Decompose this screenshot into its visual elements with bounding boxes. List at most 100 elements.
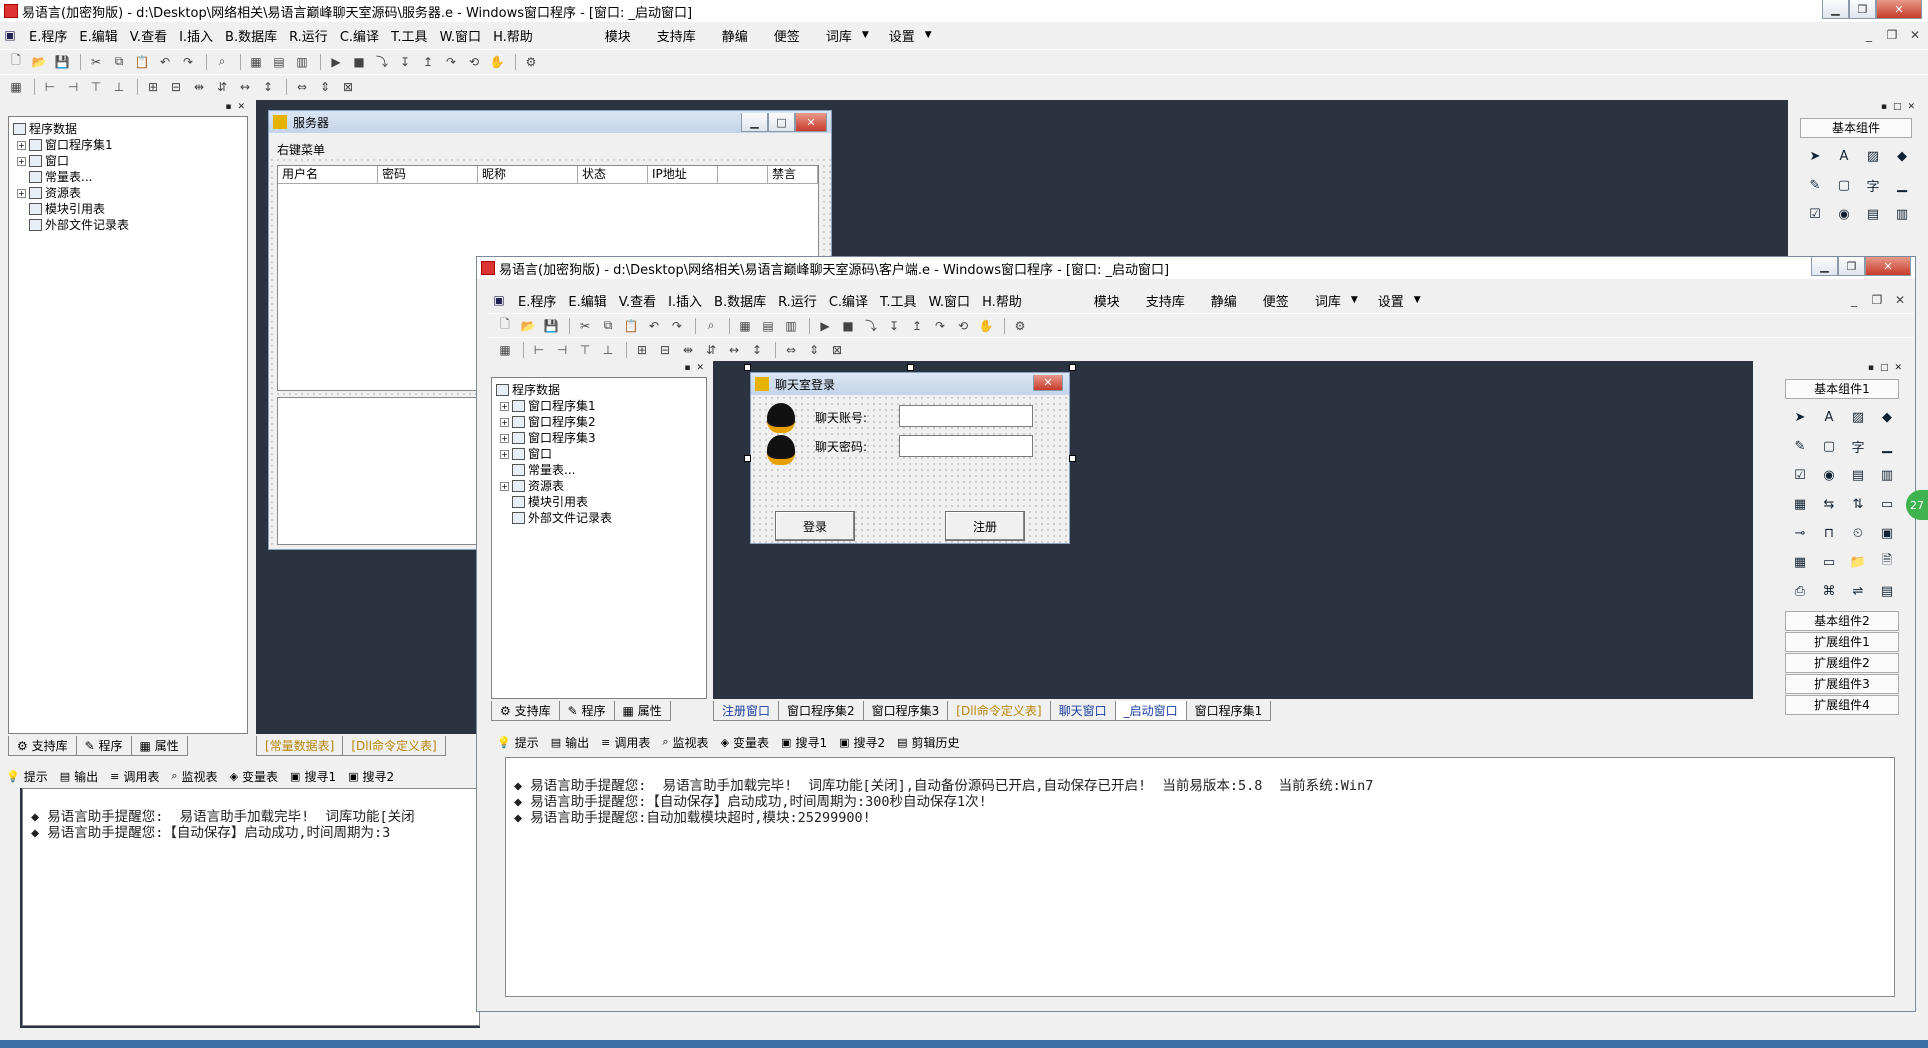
expand-icon[interactable]: + [500, 433, 509, 443]
close-icon[interactable]: ✕ [1033, 375, 1063, 391]
tree-item[interactable]: + 窗口程序集2 [496, 414, 612, 430]
center-v-icon[interactable]: ⊟ [166, 78, 186, 96]
menu-static-compile[interactable]: 静编 [716, 26, 754, 45]
combo-tool-icon[interactable]: ▥ [1874, 463, 1900, 487]
menu-help[interactable]: H.帮助 [487, 26, 539, 45]
tab-startup-window[interactable]: _启动窗口 [1114, 701, 1187, 721]
center-h-icon[interactable]: ⊞ [632, 341, 652, 359]
panel-float-icon[interactable]: □ [1893, 102, 1902, 112]
tree-item[interactable]: 常量表... [496, 462, 612, 478]
tab-class-3[interactable]: 窗口程序集3 [862, 701, 949, 721]
grid-icon[interactable]: ▦ [6, 78, 26, 96]
menu-window[interactable]: W.窗口 [434, 26, 488, 45]
find-icon[interactable]: ⌕ [701, 317, 721, 335]
resize-handle[interactable] [1069, 455, 1076, 462]
picture-tool-icon[interactable]: ▨ [1860, 144, 1886, 168]
tree-root[interactable]: 程序数据 [496, 382, 612, 398]
copy-icon[interactable]: ⧉ [109, 53, 129, 71]
radio-tool-icon[interactable]: ◉ [1816, 463, 1842, 487]
socket-tool-icon[interactable]: ⇌ [1845, 579, 1871, 603]
password-input[interactable] [899, 435, 1033, 457]
menu-compile[interactable]: C.编译 [823, 291, 874, 310]
tab-constants[interactable]: [常量数据表] [256, 736, 344, 756]
picture-tool-icon[interactable]: ▨ [1845, 405, 1871, 429]
save-icon[interactable]: 💾 [541, 317, 561, 335]
menu-insert[interactable]: I.插入 [662, 291, 708, 310]
expand-icon[interactable]: + [500, 401, 509, 411]
slider-tool-icon[interactable]: ⊸ [1787, 521, 1813, 545]
panel-pin-icon[interactable]: ▪ [225, 102, 231, 112]
tab-call-table[interactable]: ≡ 调用表 [595, 734, 656, 751]
run-icon[interactable]: ▶ [326, 53, 346, 71]
menu-tools[interactable]: T.工具 [385, 26, 434, 45]
maximize-icon[interactable]: ❐ [1849, 0, 1876, 19]
print-tool-icon[interactable]: ⎙ [1787, 579, 1813, 603]
data-tool-icon[interactable]: ▤ [1874, 579, 1900, 603]
chevron-down-icon[interactable]: ▼ [1414, 295, 1421, 305]
maximize-icon[interactable]: □ [768, 113, 795, 132]
frame-tool-icon[interactable]: ▢ [1831, 173, 1857, 197]
line-tool-icon[interactable]: ▁ [1889, 173, 1915, 197]
layout-2-icon[interactable]: ▤ [269, 53, 289, 71]
pointer-tool-icon[interactable]: ➤ [1802, 144, 1828, 168]
save-icon[interactable]: 💾 [52, 53, 72, 71]
tab-dll[interactable]: [Dll命令定义表] [947, 701, 1051, 721]
same-height-icon[interactable]: ↕ [258, 78, 278, 96]
chevron-down-icon[interactable]: ▼ [1351, 295, 1358, 305]
size-width-icon[interactable]: ⇔ [292, 78, 312, 96]
tree-item[interactable]: + 窗口 [496, 446, 612, 462]
progress-tool-icon[interactable]: ▭ [1874, 492, 1900, 516]
menu-run[interactable]: R.运行 [283, 26, 334, 45]
maximize-icon[interactable]: ❐ [1838, 257, 1865, 276]
size-height-icon[interactable]: ⇕ [315, 78, 335, 96]
stop-icon[interactable]: ■ [838, 317, 858, 335]
tree-item[interactable]: + 资源表 [13, 185, 129, 201]
tree-item[interactable]: 外部文件记录表 [496, 510, 612, 526]
account-input[interactable] [899, 405, 1033, 427]
tab-support-lib[interactable]: ⚙ 支持库 [491, 701, 560, 721]
menu-program[interactable]: E.程序 [23, 26, 73, 45]
paste-icon[interactable]: 📋 [132, 53, 152, 71]
calendar-tool-icon[interactable]: ▦ [1787, 550, 1813, 574]
mdi-restore-icon[interactable]: ❐ [1882, 26, 1902, 44]
layout-1-icon[interactable]: ▦ [735, 317, 755, 335]
stop-icon[interactable]: ■ [349, 53, 369, 71]
panel-close-icon[interactable]: ✕ [237, 102, 245, 112]
tree-item[interactable]: + 窗口程序集1 [496, 398, 612, 414]
menu-module[interactable]: 模块 [1088, 291, 1126, 310]
tab-tool-icon[interactable]: ⊓ [1816, 521, 1842, 545]
tab-hint[interactable]: 💡 提示 [491, 734, 545, 751]
new-file-icon[interactable]: 🗋 [495, 317, 515, 335]
menu-module[interactable]: 模块 [599, 26, 637, 45]
list-tool-icon[interactable]: ▤ [1845, 463, 1871, 487]
size-both-icon[interactable]: ⊠ [338, 78, 358, 96]
undo-icon[interactable]: ↶ [644, 317, 664, 335]
same-width-icon[interactable]: ↔ [724, 341, 744, 359]
tab-search2[interactable]: ▣ 搜寻2 [342, 768, 400, 785]
panel-close-icon[interactable]: ✕ [1907, 102, 1915, 112]
tab-output[interactable]: ▤ 输出 [54, 768, 104, 785]
hand-icon[interactable]: ✋ [976, 317, 996, 335]
ide-doc-icon[interactable]: ▣ [0, 26, 20, 44]
tab-class-2[interactable]: 窗口程序集2 [778, 701, 864, 721]
menu-settings[interactable]: 设置 [883, 26, 921, 45]
line-tool-icon[interactable]: ▁ [1874, 434, 1900, 458]
menu-database[interactable]: B.数据库 [708, 291, 772, 310]
space-h-icon[interactable]: ⇹ [678, 341, 698, 359]
column-header[interactable]: 状态 [578, 166, 648, 183]
paste-icon[interactable]: 📋 [621, 317, 641, 335]
menu-notes[interactable]: 便签 [768, 26, 806, 45]
open-folder-icon[interactable]: 📂 [29, 53, 49, 71]
chevron-down-icon[interactable]: ▼ [862, 30, 869, 40]
redo-icon[interactable]: ↷ [667, 317, 687, 335]
palette-category[interactable]: 基本组件2 [1785, 611, 1899, 631]
palette-header[interactable]: 基本组件1 [1785, 379, 1899, 399]
tab-search1[interactable]: ▣ 搜寻1 [284, 768, 342, 785]
text-tool-icon[interactable]: 字 [1845, 434, 1871, 458]
tab-class-1[interactable]: 窗口程序集1 [1185, 701, 1272, 721]
expand-icon[interactable]: + [17, 140, 26, 150]
step-icon[interactable]: ⤵ [861, 317, 881, 335]
label-tool-icon[interactable]: A [1816, 405, 1842, 429]
column-header[interactable]: 密码 [378, 166, 478, 183]
minimize-icon[interactable]: ▁ [1811, 257, 1838, 276]
